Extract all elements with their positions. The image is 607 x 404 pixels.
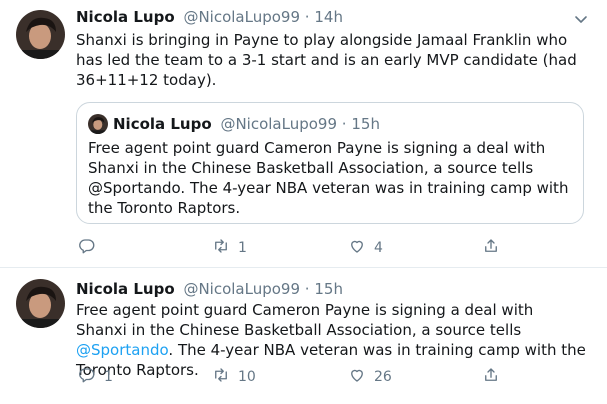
retweet-count: 1: [238, 240, 247, 256]
separator: ·: [341, 115, 347, 133]
reply-button[interactable]: [78, 237, 104, 259]
separator: ·: [304, 280, 310, 298]
tweet-header: Nicola Lupo @NicolaLupo99 · 15h: [76, 280, 343, 298]
retweet-button[interactable]: 10: [212, 366, 256, 388]
avatar[interactable]: [16, 10, 65, 59]
quoted-tweet-text: Free agent point guard Cameron Payne is …: [88, 139, 569, 217]
timestamp[interactable]: 14h: [314, 8, 343, 26]
quoted-tweet[interactable]: Nicola Lupo @NicolaLupo99 · 15h Free age…: [76, 102, 584, 224]
tweet-actions: 1 10 26: [76, 366, 506, 388]
share-icon: [482, 366, 500, 388]
tweet-text-part: Free agent point guard Cameron Payne is …: [76, 301, 534, 339]
mention-link[interactable]: @Sportando: [76, 341, 168, 359]
quoted-tweet-header: Nicola Lupo @NicolaLupo99 · 15h: [113, 115, 380, 133]
retweet-count: 10: [238, 369, 256, 385]
author-handle[interactable]: @NicolaLupo99: [183, 8, 300, 26]
retweet-icon: [212, 237, 230, 259]
author-handle: @NicolaLupo99: [220, 115, 338, 133]
author-name: Nicola Lupo: [113, 115, 212, 133]
share-button[interactable]: [482, 366, 500, 388]
retweet-icon: [212, 366, 230, 388]
avatar: [88, 114, 108, 134]
tweet[interactable]: Nicola Lupo @NicolaLupo99 · 14h Shanxi i…: [0, 0, 607, 268]
like-button[interactable]: 26: [348, 366, 392, 388]
like-count: 26: [374, 369, 392, 385]
author-name[interactable]: Nicola Lupo: [76, 280, 175, 298]
like-icon: [348, 237, 366, 259]
tweet[interactable]: Nicola Lupo @NicolaLupo99 · 15h Free age…: [0, 268, 607, 404]
tweet-text: Shanxi is bringing in Payne to play alon…: [76, 31, 577, 89]
chevron-down-icon[interactable]: [573, 11, 589, 27]
reply-count: 1: [104, 369, 113, 385]
author-name[interactable]: Nicola Lupo: [76, 8, 175, 26]
like-icon: [348, 366, 366, 388]
like-count: 4: [374, 240, 383, 256]
author-handle[interactable]: @NicolaLupo99: [183, 280, 300, 298]
reply-icon: [78, 237, 96, 259]
reply-button[interactable]: 1: [78, 366, 113, 388]
share-button[interactable]: [482, 237, 500, 259]
tweet-header: Nicola Lupo @NicolaLupo99 · 14h: [76, 8, 343, 26]
timestamp: 15h: [351, 115, 380, 133]
reply-icon: [78, 366, 96, 388]
like-button[interactable]: 4: [348, 237, 383, 259]
share-icon: [482, 237, 500, 259]
tweet-actions: 1 4: [76, 237, 506, 259]
timestamp[interactable]: 15h: [314, 280, 343, 298]
avatar[interactable]: [16, 279, 65, 328]
separator: ·: [304, 8, 310, 26]
retweet-button[interactable]: 1: [212, 237, 247, 259]
